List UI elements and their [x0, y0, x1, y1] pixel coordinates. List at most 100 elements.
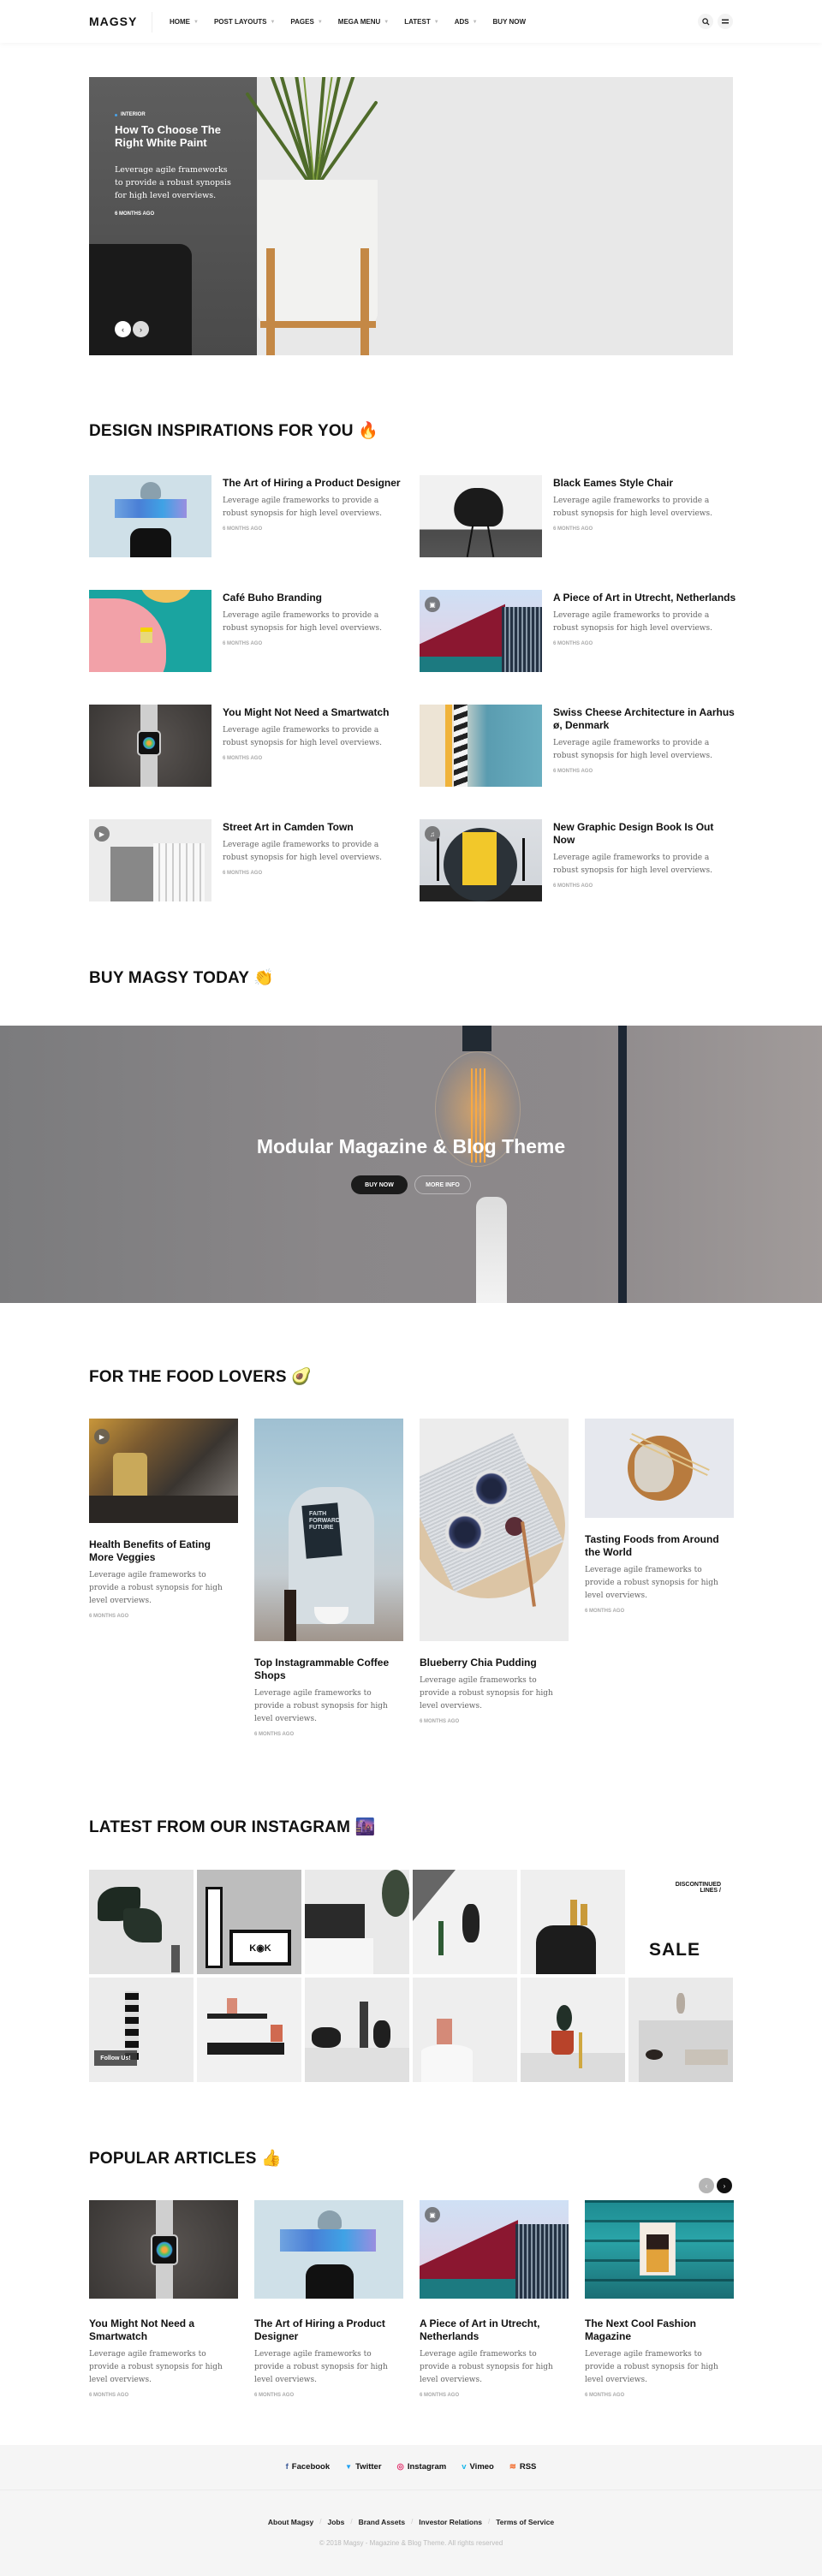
article-thumbnail[interactable] — [585, 1419, 734, 1518]
footer-link-about[interactable]: About Magsy — [268, 2518, 313, 2526]
article-thumbnail[interactable] — [420, 475, 542, 557]
instagram-photo[interactable] — [521, 1978, 625, 2082]
instagram-photo[interactable] — [628, 1978, 733, 2082]
article-thumbnail[interactable] — [89, 2200, 238, 2299]
article-excerpt: Leverage agile frameworks to provide a r… — [553, 739, 712, 760]
search-button[interactable] — [698, 14, 713, 29]
follow-us-button[interactable]: Follow Us! — [94, 2050, 137, 2066]
nav-item-post-layouts[interactable]: POST LAYOUTS ▼ — [214, 18, 275, 26]
social-link-instagram[interactable]: ◎ Instagram — [397, 2462, 447, 2472]
article-thumbnail[interactable] — [89, 475, 211, 557]
footer-link-brand-assets[interactable]: Brand Assets — [359, 2518, 405, 2526]
instagram-photo[interactable] — [413, 1978, 517, 2082]
article-card[interactable]: Black Eames Style Chair Leverage agile f… — [420, 475, 736, 561]
social-link-facebook[interactable]: f Facebook — [286, 2462, 331, 2472]
article-card[interactable]: ▶ Health Benefits of Eating More Veggies… — [89, 1419, 238, 1619]
article-title[interactable]: Top Instagrammable Coffee Shops — [254, 1657, 403, 1682]
article-title[interactable]: You Might Not Need a Smartwatch — [223, 706, 406, 719]
rss-icon: ≋ — [509, 2462, 516, 2472]
hero-slider[interactable]: INTERIOR How To Choose The Right White P… — [89, 77, 733, 355]
site-logo[interactable]: MAGSY — [89, 15, 137, 28]
nav-item-buy-now[interactable]: BUY NOW — [493, 18, 527, 26]
article-title[interactable]: Swiss Cheese Architecture in Aarhus ø, D… — [553, 706, 736, 732]
article-title[interactable]: A Piece of Art in Utrecht, Netherlands — [553, 592, 736, 604]
article-card[interactable]: ▣ A Piece of Art in Utrecht, Netherlands… — [420, 590, 736, 675]
buy-now-button[interactable]: BUY NOW — [351, 1175, 408, 1194]
article-title[interactable]: Health Benefits of Eating More Veggies — [89, 1538, 238, 1564]
article-title[interactable]: You Might Not Need a Smartwatch — [89, 2317, 238, 2343]
article-title[interactable]: Street Art in Camden Town — [223, 821, 406, 834]
social-link-vimeo[interactable]: v Vimeo — [462, 2462, 494, 2472]
carousel-prev-button[interactable]: ‹ — [699, 2178, 714, 2193]
chevron-down-icon: ▼ — [317, 19, 323, 25]
article-title[interactable]: The Art of Hiring a Product Designer — [254, 2317, 403, 2343]
article-card[interactable]: You Might Not Need a Smartwatch Leverage… — [89, 2200, 238, 2398]
article-title[interactable]: New Graphic Design Book Is Out Now — [553, 821, 736, 847]
article-thumbnail[interactable]: ▶ — [89, 1419, 238, 1523]
article-thumbnail[interactable] — [254, 2200, 403, 2299]
article-title[interactable]: A Piece of Art in Utrecht, Netherlands — [420, 2317, 569, 2343]
instagram-photo[interactable] — [521, 1870, 625, 1974]
promo-buttons: BUY NOW MORE INFO — [0, 1175, 822, 1194]
social-link-twitter[interactable]: ▼ Twitter — [345, 2462, 381, 2472]
article-card[interactable]: ▶ Street Art in Camden Town Leverage agi… — [89, 819, 406, 905]
instagram-photo[interactable]: K◉K — [197, 1870, 301, 1974]
instagram-photo[interactable]: Follow Us! — [89, 1978, 194, 2082]
nav-item-mega-menu[interactable]: MEGA MENU ▼ — [338, 18, 389, 26]
instagram-photo[interactable] — [305, 1870, 409, 1974]
article-excerpt: Leverage agile frameworks to provide a r… — [89, 1571, 223, 1605]
nav-item-ads[interactable]: ADS ▼ — [455, 18, 478, 26]
article-thumbnail[interactable] — [585, 2200, 734, 2299]
article-title[interactable]: Café Buho Branding — [223, 592, 406, 604]
slider-prev-button[interactable]: ‹ — [115, 321, 131, 337]
article-title[interactable]: Blueberry Chia Pudding — [420, 1657, 569, 1669]
article-title[interactable]: The Next Cool Fashion Magazine — [585, 2317, 734, 2343]
instagram-photo[interactable] — [305, 1978, 409, 2082]
slider-next-button[interactable]: › — [133, 321, 149, 337]
article-thumbnail[interactable]: ▣ — [420, 2200, 569, 2299]
article-thumbnail[interactable] — [420, 705, 542, 787]
nav-item-home[interactable]: HOME ▼ — [170, 18, 199, 26]
article-thumbnail[interactable]: FAITH FORWARD FUTURE — [254, 1419, 403, 1641]
instagram-photo[interactable] — [89, 1870, 194, 1974]
article-thumbnail[interactable] — [89, 590, 211, 672]
article-card[interactable]: Tasting Foods from Around the World Leve… — [585, 1419, 734, 1614]
article-excerpt: Leverage agile frameworks to provide a r… — [223, 726, 382, 747]
nav-item-pages[interactable]: PAGES ▼ — [290, 18, 322, 26]
carousel-next-button[interactable]: › — [717, 2178, 732, 2193]
instagram-icon: ◎ — [396, 2462, 404, 2472]
footer-link-terms[interactable]: Terms of Service — [496, 2518, 554, 2526]
menu-button[interactable] — [718, 14, 733, 29]
article-thumbnail[interactable] — [420, 1419, 569, 1641]
nav-item-latest[interactable]: LATEST ▼ — [404, 18, 438, 26]
article-thumbnail[interactable]: ▶ — [89, 819, 211, 901]
article-thumbnail[interactable]: ▣ — [420, 590, 542, 672]
instagram-sale-post[interactable]: DISCONTINUED LINES / SALE — [628, 1870, 733, 1974]
section-title-instagram: LATEST FROM OUR INSTAGRAM 🌆 — [89, 1817, 375, 1837]
more-info-button[interactable]: MORE INFO — [414, 1175, 471, 1194]
article-thumbnail[interactable]: ♫ — [420, 819, 542, 901]
article-time: 6 MONTHS AGO — [553, 527, 593, 532]
footer-link-jobs[interactable]: Jobs — [328, 2518, 345, 2526]
hero-category[interactable]: INTERIOR — [115, 112, 146, 117]
footer-link-investor-relations[interactable]: Investor Relations — [419, 2518, 482, 2526]
article-card[interactable]: You Might Not Need a Smartwatch Leverage… — [89, 705, 406, 790]
article-thumbnail[interactable] — [89, 705, 211, 787]
article-card[interactable]: The Art of Hiring a Product Designer Lev… — [254, 2200, 403, 2398]
article-card[interactable]: The Next Cool Fashion Magazine Leverage … — [585, 2200, 734, 2398]
article-card[interactable]: FAITH FORWARD FUTURE Top Instagrammable Co… — [254, 1419, 403, 1737]
article-card[interactable]: Swiss Cheese Architecture in Aarhus ø, D… — [420, 705, 736, 790]
article-card[interactable]: The Art of Hiring a Product Designer Lev… — [89, 475, 406, 561]
social-link-rss[interactable]: ≋ RSS — [509, 2462, 537, 2472]
instagram-photo[interactable] — [197, 1978, 301, 2082]
article-card[interactable]: Café Buho Branding Leverage agile framew… — [89, 590, 406, 675]
article-card[interactable]: ▣ A Piece of Art in Utrecht, Netherlands… — [420, 2200, 569, 2398]
article-title[interactable]: The Art of Hiring a Product Designer — [223, 477, 406, 490]
article-title[interactable]: Black Eames Style Chair — [553, 477, 736, 490]
instagram-photo[interactable] — [413, 1870, 517, 1974]
article-title[interactable]: Tasting Foods from Around the World — [585, 1533, 734, 1559]
main-nav: HOME ▼ POST LAYOUTS ▼ PAGES ▼ MEGA MENU ▼ LA… — [170, 18, 541, 26]
hero-title[interactable]: How To Choose The Right White Paint — [115, 123, 243, 149]
article-card[interactable]: Blueberry Chia Pudding Leverage agile fr… — [420, 1419, 569, 1724]
article-card[interactable]: ♫ New Graphic Design Book Is Out Now Lev… — [420, 819, 736, 905]
